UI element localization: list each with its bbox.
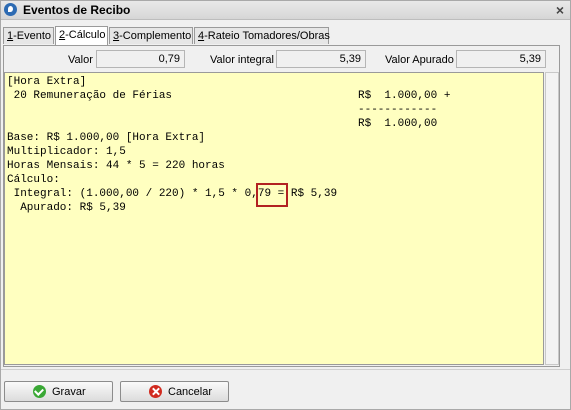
tab-complemento[interactable]: 3-Complemento <box>109 27 193 44</box>
tab-calculo-label: -Cálculo <box>65 29 106 41</box>
valor-label: Valor <box>68 54 93 66</box>
valor-integral-field[interactable]: 5,39 <box>276 50 366 68</box>
window-title: Eventos de Recibo <box>23 3 131 17</box>
memo-amount-total: R$ 1.000,00 <box>358 118 438 130</box>
highlight-box <box>256 183 288 207</box>
memo-line: 20 Remuneração de Férias <box>7 90 173 102</box>
memo-line: Horas Mensais: 44 * 5 = 220 horas <box>7 160 225 172</box>
valor-field[interactable]: 0,79 <box>96 50 185 68</box>
tab-calculo[interactable]: 2-Cálculo <box>55 26 108 45</box>
valor-apurado-label: Valor Apurado <box>385 54 454 66</box>
memo-amount: R$ 1.000,00 + <box>358 90 451 102</box>
button-separator <box>1 369 570 370</box>
cancel-button-label: Cancelar <box>168 386 213 398</box>
check-icon <box>33 385 46 398</box>
close-icon[interactable]: × <box>556 2 564 18</box>
tab-evento[interactable]: 1-Evento <box>3 27 54 44</box>
memo-line: [Hora Extra] <box>7 76 87 88</box>
valor-apurado-field[interactable]: 5,39 <box>456 50 546 68</box>
tab-complemento-label: -Complemento <box>119 30 192 42</box>
memo-line: Apurado: R$ 5,39 <box>7 202 126 214</box>
memo-dashes: ------------ <box>358 104 438 116</box>
tab-rateio[interactable]: 4-Rateio Tomadores/Obras <box>194 27 330 44</box>
dialog-window: Eventos de Recibo × 1-Evento 2-Cálculo 3… <box>0 0 571 410</box>
memo-line: Multiplicador: 1,5 <box>7 146 126 158</box>
save-button-label: Gravar <box>52 386 86 398</box>
valor-integral-label: Valor integral <box>210 54 274 66</box>
memo-scrollbar[interactable] <box>545 72 559 365</box>
tab-evento-label: -Evento <box>13 30 52 42</box>
cancel-icon <box>149 385 162 398</box>
save-button[interactable]: Gravar <box>4 381 113 402</box>
memo-line: Cálculo: <box>7 174 60 186</box>
calculation-memo[interactable]: [Hora Extra] 20 Remuneração de Férias R$… <box>4 72 544 365</box>
tab-rateio-label: -Rateio Tomadores/Obras <box>204 30 330 42</box>
cancel-button[interactable]: Cancelar <box>120 381 229 402</box>
title-bar: Eventos de Recibo × <box>1 1 570 20</box>
app-icon <box>4 3 17 16</box>
memo-line: Base: R$ 1.000,00 [Hora Extra] <box>7 132 206 144</box>
